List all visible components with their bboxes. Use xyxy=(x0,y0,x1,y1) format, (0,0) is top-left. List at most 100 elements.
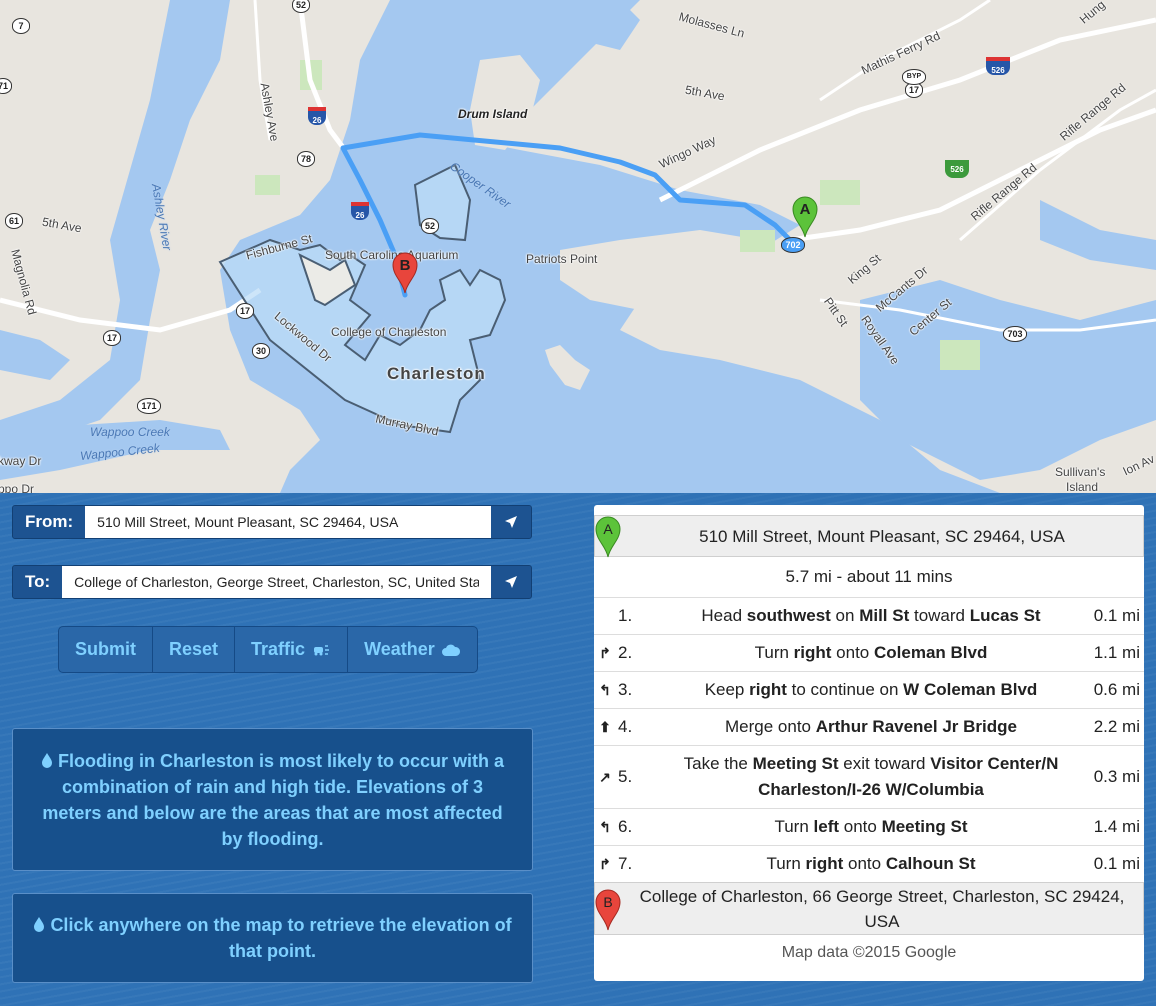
submit-label: Submit xyxy=(75,639,136,659)
reset-label: Reset xyxy=(169,639,219,659)
kway-dr-label: kway Dr xyxy=(0,454,42,468)
step-text: Turn xyxy=(766,854,806,873)
route-17-shield-a: 17 xyxy=(236,303,254,319)
route-61-shield: 61 xyxy=(5,213,23,229)
step-instruction: Turn right onto Calhoun St xyxy=(658,851,1084,877)
from-label: From: xyxy=(13,506,86,538)
route-171-shield: 171 xyxy=(137,398,161,414)
route-52-shield-b: 52 xyxy=(421,218,439,234)
step-text: toward xyxy=(909,606,970,625)
cloud-icon xyxy=(441,644,460,656)
interstate-526-shield-a: 526 xyxy=(986,57,1010,75)
sullivans-label-2: Island xyxy=(1066,480,1099,493)
step-highlight: Arthur Ravenel Jr Bridge xyxy=(815,717,1017,736)
park-5 xyxy=(940,340,980,370)
traffic-button[interactable]: Traffic xyxy=(235,627,349,672)
step-highlight: Mill St xyxy=(859,606,910,625)
step-text: onto xyxy=(839,817,882,836)
submit-button[interactable]: Submit xyxy=(59,627,153,672)
direction-step[interactable]: ↱ 2. Turn right onto Coleman Blvd 1.1 mi xyxy=(594,634,1144,671)
step-number: 6. xyxy=(618,817,633,836)
direction-step[interactable]: ↰ 3. Keep right to continue on W Coleman B… xyxy=(594,671,1144,708)
patriots-point-label: Patriots Point xyxy=(526,252,598,266)
ppo-dr-label: ppo Dr xyxy=(0,482,35,493)
interstate-26-shield-a: 26 xyxy=(308,107,326,125)
directions-panel: A 510 Mill Street, Mount Pleasant, SC 29… xyxy=(594,505,1144,981)
start-pin-icon: A xyxy=(595,516,621,558)
step-text: on xyxy=(830,606,860,625)
drum-island-label: Drum Island xyxy=(458,107,528,121)
ramp-right-icon: ↗ xyxy=(599,769,611,785)
step-number: 3. xyxy=(618,680,633,699)
traffic-label: Traffic xyxy=(251,639,306,659)
step-instruction: Head southwest on Mill St toward Lucas S… xyxy=(658,603,1084,629)
click-hint-content: Click anywhere on the map to retrieve th… xyxy=(31,912,514,964)
action-button-group: Submit Reset Traffic Weather xyxy=(58,626,478,673)
college-label: College of Charleston xyxy=(331,325,447,339)
park-4 xyxy=(820,180,860,205)
route-703-shield: 703 xyxy=(1003,326,1027,342)
park-3 xyxy=(740,230,775,252)
creek-east-2 xyxy=(1040,200,1156,270)
end-endpoint[interactable]: B College of Charleston, 66 George Stree… xyxy=(594,882,1144,935)
end-pin-letter: B xyxy=(603,894,612,910)
steps-list: 1. Head southwest on Mill St toward Lucas… xyxy=(594,597,1144,882)
direction-step[interactable]: ↗ 5. Take the Meeting St exit toward Visit… xyxy=(594,745,1144,808)
start-pin-letter: A xyxy=(603,521,613,537)
route-7-shield: 7 xyxy=(12,18,30,34)
ashley-river xyxy=(0,0,230,450)
start-address: 510 Mill Street, Mount Pleasant, SC 2946… xyxy=(699,526,1065,546)
step-distance: 0.6 mi xyxy=(1093,680,1140,699)
from-row: From: xyxy=(12,505,532,539)
reset-button[interactable]: Reset xyxy=(153,627,236,672)
from-locate-button[interactable] xyxy=(491,506,531,538)
step-distance: 0.1 mi xyxy=(1093,854,1140,873)
end-address: College of Charleston, 66 George Street,… xyxy=(639,886,1125,931)
direction-step[interactable]: ↱ 7. Turn right onto Calhoun St 0.1 mi xyxy=(594,845,1144,882)
from-input[interactable] xyxy=(85,506,491,538)
step-text: onto xyxy=(831,643,874,662)
map[interactable]: 52 7 71 78 61 17 17 17 30 171 703 52 702… xyxy=(0,0,1156,493)
step-instruction: Turn right onto Coleman Blvd xyxy=(658,640,1084,666)
flooding-info-text: Flooding in Charleston is most likely to… xyxy=(42,750,505,849)
step-highlight: Lucas St xyxy=(969,606,1041,625)
step-text: Head xyxy=(701,606,747,625)
to-input[interactable] xyxy=(62,566,491,598)
step-highlight: W Coleman Blvd xyxy=(903,680,1038,699)
start-endpoint[interactable]: A 510 Mill Street, Mount Pleasant, SC 29… xyxy=(594,515,1144,558)
to-row: To: xyxy=(12,565,532,599)
step-instruction: Take the Meeting St exit toward Visitor … xyxy=(658,751,1084,803)
turn-right-icon: ↱ xyxy=(599,645,611,661)
step-number: 2. xyxy=(618,643,633,662)
marker-a[interactable]: A xyxy=(792,196,818,238)
direction-step[interactable]: 1. Head southwest on Mill St toward Lucas… xyxy=(594,597,1144,634)
weather-label: Weather xyxy=(364,639,435,659)
direction-step[interactable]: ↰ 6. Turn left onto Meeting St 1.4 mi xyxy=(594,808,1144,845)
sullivans-label-1: Sullivan's xyxy=(1055,465,1106,479)
marker-b-letter: B xyxy=(399,257,411,274)
step-highlight: Coleman Blvd xyxy=(874,643,988,662)
water-drop-icon xyxy=(41,752,52,768)
direction-step[interactable]: ⬆ 4. Merge onto Arthur Ravenel Jr Bridge 2.… xyxy=(594,708,1144,745)
click-hint-box: Click anywhere on the map to retrieve th… xyxy=(12,893,533,983)
map-copyright: Map data ©2015 Google xyxy=(781,944,957,961)
bypass-shield: BYP xyxy=(902,69,926,85)
step-distance: 0.1 mi xyxy=(1093,606,1140,625)
water-drop-icon xyxy=(34,917,45,932)
end-pin-icon: B xyxy=(595,889,621,931)
weather-button[interactable]: Weather xyxy=(348,627,477,672)
creek-west xyxy=(0,330,70,380)
to-locate-button[interactable] xyxy=(491,566,531,598)
step-text: to continue on xyxy=(786,680,904,699)
marker-b[interactable]: B xyxy=(392,252,418,294)
route-702-shield: 702 xyxy=(781,237,805,253)
step-number: 5. xyxy=(618,767,633,786)
step-distance: 2.2 mi xyxy=(1093,717,1140,736)
step-highlight: Meeting St xyxy=(881,817,968,836)
step-highlight: Calhoun St xyxy=(885,854,976,873)
step-distance: 1.4 mi xyxy=(1093,817,1140,836)
flooding-info-box: Flooding in Charleston is most likely to… xyxy=(12,728,533,871)
turn-right-icon: ↱ xyxy=(599,856,611,872)
keep-right-icon: ↰ xyxy=(599,682,611,698)
step-instruction: Merge onto Arthur Ravenel Jr Bridge xyxy=(658,714,1084,740)
